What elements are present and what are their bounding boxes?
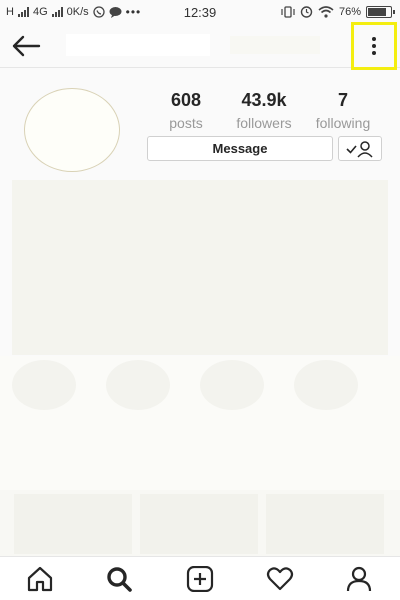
post-thumbnail[interactable] bbox=[140, 494, 258, 554]
stat-posts[interactable]: 608 posts bbox=[160, 90, 212, 131]
highlight-item[interactable] bbox=[106, 360, 170, 410]
stat-posts-value: 608 bbox=[170, 90, 202, 110]
status-bar: H 4G 0K/s ••• 12:39 76% bbox=[0, 0, 400, 24]
nav-search[interactable] bbox=[104, 565, 134, 593]
username-title-redacted bbox=[66, 34, 210, 56]
wifi-icon bbox=[318, 5, 334, 18]
bottom-navigation bbox=[0, 556, 400, 600]
user-check-icon bbox=[346, 140, 373, 158]
battery-icon bbox=[366, 5, 395, 18]
vibrate-icon bbox=[281, 5, 295, 18]
nav-home[interactable] bbox=[25, 565, 55, 593]
stat-followers-label: followers bbox=[236, 115, 292, 131]
stat-following-value: 7 bbox=[337, 90, 348, 110]
arrow-left-icon bbox=[12, 35, 41, 57]
battery-percent: 76% bbox=[338, 5, 361, 18]
highlight-item[interactable] bbox=[294, 360, 358, 410]
post-thumbnail[interactable] bbox=[266, 494, 384, 554]
following-status-button[interactable] bbox=[338, 136, 382, 161]
stat-followers-value: 43.9k bbox=[241, 90, 287, 110]
header-blur bbox=[230, 36, 320, 54]
nav-profile[interactable] bbox=[344, 565, 374, 593]
nav-activity[interactable] bbox=[265, 565, 295, 593]
nav-new-post[interactable] bbox=[185, 565, 215, 593]
post-thumbnail[interactable] bbox=[14, 494, 132, 554]
highlight-item[interactable] bbox=[200, 360, 264, 410]
stat-following-label: following bbox=[315, 115, 371, 131]
back-button[interactable] bbox=[10, 32, 42, 60]
add-post-icon bbox=[186, 566, 214, 592]
profile-header bbox=[0, 24, 400, 68]
stat-following[interactable]: 7 following bbox=[308, 90, 378, 131]
avatar[interactable] bbox=[24, 88, 120, 172]
search-icon bbox=[107, 567, 132, 592]
stat-followers[interactable]: 43.9k followers bbox=[228, 90, 300, 131]
home-icon bbox=[27, 566, 53, 592]
highlight-item[interactable] bbox=[12, 360, 76, 410]
profile-icon bbox=[346, 566, 372, 592]
profile-content-obscured bbox=[12, 180, 388, 355]
status-right: 76% bbox=[281, 5, 395, 18]
more-options-button[interactable] bbox=[351, 22, 397, 70]
heart-icon bbox=[266, 567, 294, 591]
alarm-icon bbox=[300, 6, 313, 18]
more-vertical-icon bbox=[372, 37, 376, 41]
stat-posts-label: posts bbox=[169, 115, 203, 131]
message-button[interactable]: Message bbox=[147, 136, 333, 161]
